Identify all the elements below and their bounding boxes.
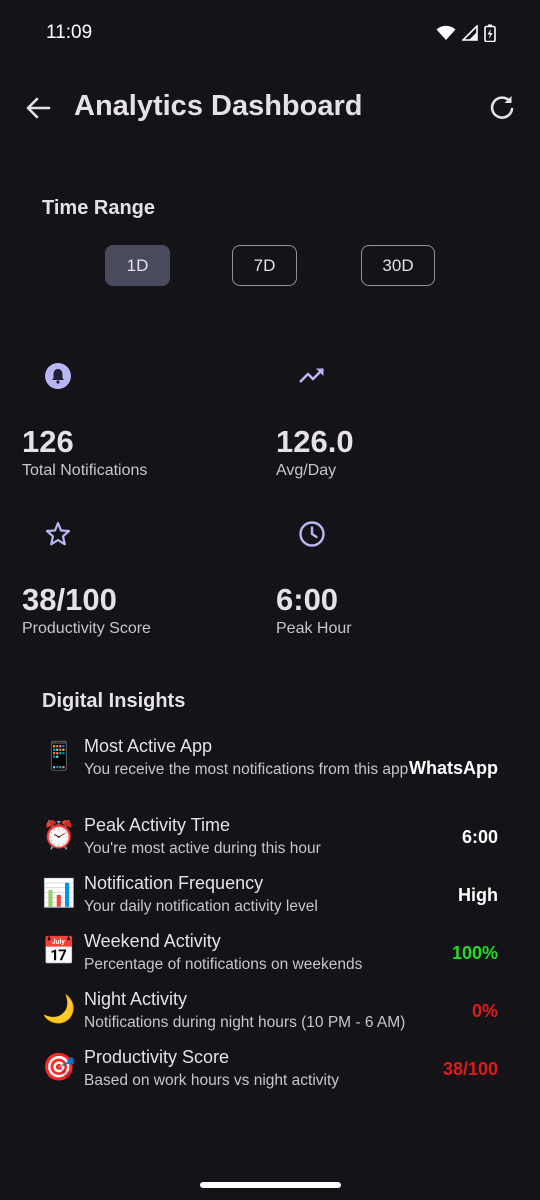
stat-peak-hour: 6:00 Peak Hour: [276, 520, 506, 650]
insight-title: Most Active App: [84, 736, 213, 756]
digital-insights-title: Digital Insights: [42, 690, 186, 712]
insight-value: 6:00: [461, 827, 498, 847]
status-icons: [436, 24, 496, 42]
calendar-icon: 📅: [42, 936, 76, 966]
wifi-icon: [436, 25, 456, 40]
insight-notification-frequency: 📊 Notification Frequency Your daily noti…: [42, 873, 498, 919]
insight-value: High: [458, 885, 498, 905]
phone-icon: 📱: [42, 741, 76, 771]
stat-label: Productivity Score: [22, 620, 151, 637]
insight-peak-activity-time: ⏰ Peak Activity Time You're most active …: [42, 815, 498, 861]
arrow-left-icon: [26, 97, 51, 119]
signal-icon: [462, 25, 478, 41]
insight-night-activity: 🌙 Night Activity Notifications during ni…: [42, 989, 498, 1035]
insight-description: You're most active during this hour: [84, 840, 321, 857]
insight-value: 0%: [471, 1001, 498, 1021]
app-bar: Analytics Dashboard: [0, 76, 540, 140]
stat-total-notifications: 126 Total Notifications: [22, 362, 252, 492]
clock-icon: [298, 520, 326, 548]
insight-title: Night Activity: [84, 989, 188, 1009]
star-icon: [44, 520, 72, 548]
back-button[interactable]: [20, 90, 56, 126]
bell-icon: [44, 362, 72, 390]
status-time: 11:09: [46, 22, 93, 43]
insight-title: Peak Activity Time: [84, 815, 231, 835]
range-7d-button[interactable]: 7D: [232, 245, 297, 286]
stat-label: Peak Hour: [276, 620, 352, 637]
range-30d-button[interactable]: 30D: [361, 245, 435, 286]
stat-label: Avg/Day: [276, 462, 337, 479]
status-bar: 11:09: [0, 0, 540, 64]
page-title: Analytics Dashboard: [74, 90, 363, 122]
insight-title: Weekend Activity: [84, 931, 221, 951]
time-range-title: Time Range: [42, 197, 155, 219]
insight-description: Notifications during night hours (10 PM …: [84, 1014, 406, 1031]
stat-value: 126: [22, 424, 74, 459]
stat-value: 126.0: [276, 424, 354, 459]
insight-most-active-app: 📱 Most Active App You receive the most n…: [42, 736, 498, 802]
insight-value: 38/100: [442, 1059, 498, 1079]
insight-title: Productivity Score: [84, 1047, 230, 1067]
moon-icon: 🌙: [42, 994, 76, 1024]
insight-title: Notification Frequency: [84, 873, 264, 893]
stat-avg-per-day: 126.0 Avg/Day: [276, 362, 506, 492]
insight-productivity-score: 🎯 Productivity Score Based on work hours…: [42, 1047, 498, 1093]
insight-description: Percentage of notifications on weekends: [84, 956, 363, 973]
stat-value: 38/100: [22, 582, 117, 617]
insight-description: Based on work hours vs night activity: [84, 1072, 340, 1089]
battery-icon: [484, 24, 496, 42]
alarm-clock-icon: ⏰: [42, 820, 76, 850]
stat-label: Total Notifications: [22, 462, 148, 479]
insight-weekend-activity: 📅 Weekend Activity Percentage of notific…: [42, 931, 498, 977]
insight-value: 100%: [451, 943, 498, 963]
target-icon: 🎯: [42, 1052, 76, 1082]
range-1d-button[interactable]: 1D: [105, 245, 170, 286]
refresh-button[interactable]: [484, 90, 520, 126]
home-indicator[interactable]: [200, 1182, 341, 1188]
refresh-icon: [490, 96, 514, 119]
insight-description: Your daily notification activity level: [84, 898, 318, 915]
stat-productivity-score: 38/100 Productivity Score: [22, 520, 252, 650]
insight-description: You receive the most notifications from …: [84, 761, 409, 778]
stat-value: 6:00: [276, 582, 339, 617]
insight-value: WhatsApp: [409, 758, 498, 778]
trending-up-icon: [298, 362, 326, 390]
bar-chart-icon: 📊: [42, 878, 76, 908]
